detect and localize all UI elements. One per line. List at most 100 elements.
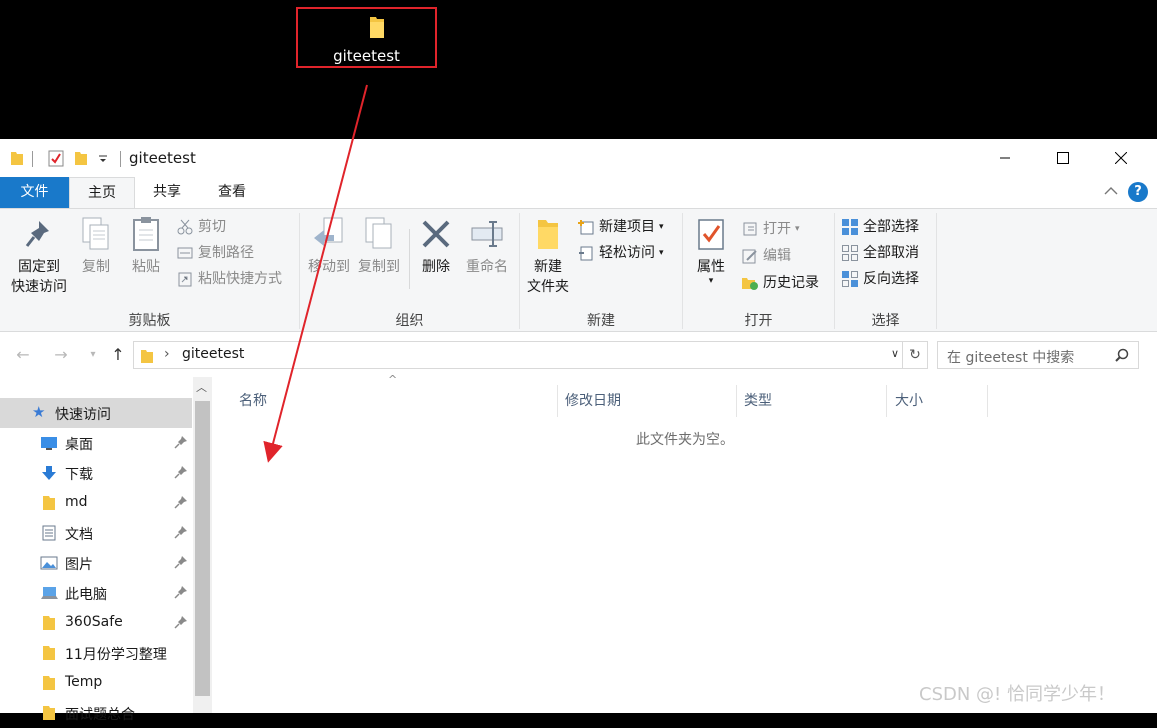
nav-item-downloads[interactable]: 下载 [0,458,192,488]
invert-selection-button[interactable]: 反向选择 [841,268,919,290]
tab-view[interactable]: 查看 [202,177,262,208]
copy-button[interactable]: 复制 [74,215,118,277]
paste-button[interactable]: 粘贴 [124,215,168,277]
pin-label-1: 固定到 [18,259,60,275]
column-divider[interactable] [987,385,988,417]
history-button[interactable]: 历史记录 [741,272,819,294]
dropdown-arrow-icon: ▾ [659,248,664,258]
copy-to-label: 复制到 [358,259,400,275]
desktop-folder-giteetest[interactable]: giteetest [296,7,437,68]
edit-button[interactable]: 编辑 [741,245,791,267]
select-none-label: 全部取消 [863,245,919,261]
new-item-button[interactable]: 新建项目 ▾ [577,216,664,238]
star-icon: ★ [32,403,46,421]
column-modified[interactable]: 修改日期 [565,385,735,417]
nav-item-pictures[interactable]: 图片 [0,548,192,578]
properties-check-icon [698,219,724,250]
properties-button[interactable]: 属性 ▾ [688,215,734,286]
tab-home[interactable]: 主页 [69,177,135,209]
nav-quick-access[interactable]: ★ 快速访问 [0,398,192,428]
organize-group-label: 组织 [395,313,424,329]
nav-item-desktop[interactable]: 桌面 [0,428,192,458]
pin-icon [25,221,49,247]
properties-icon[interactable] [48,150,64,167]
paste-shortcut-label: 粘贴快捷方式 [198,271,282,287]
nav-item-md[interactable]: md [0,488,192,518]
column-name[interactable]: 名称 [239,385,557,417]
up-arrow-icon: ↑ [111,344,125,364]
address-input[interactable]: › giteetest ∨ [133,341,903,369]
folder-icon [11,152,23,165]
column-type[interactable]: 类型 [744,385,884,417]
new-folder-icon[interactable] [74,150,88,166]
column-divider[interactable] [886,385,887,417]
divider [32,151,33,167]
refresh-button[interactable]: ↻ [903,341,928,369]
desktop-folder-label: giteetest [333,47,400,65]
column-size[interactable]: 大小 [895,385,985,417]
rename-button[interactable]: 重命名 [460,215,514,277]
pin-icon[interactable] [174,465,188,479]
select-all-label: 全部选择 [863,219,919,235]
search-input[interactable]: 在 giteetest 中搜索 [937,341,1139,369]
up-button[interactable]: ↑ [107,343,129,365]
nav-item-november-notes[interactable]: 11月份学习整理 [0,638,192,668]
copy-path-button[interactable]: 复制路径 [176,242,254,264]
nav-item-360safe[interactable]: 360Safe [0,608,192,638]
nav-item-label: 下载 [65,467,93,483]
tab-file[interactable]: 文件 [0,177,69,208]
pin-icon[interactable] [174,585,188,599]
breadcrumb-item[interactable]: giteetest [182,346,244,362]
select-all-button[interactable]: 全部选择 [841,216,919,238]
collapse-ribbon-icon[interactable] [1104,186,1118,196]
nav-item-label: 此电脑 [65,587,107,603]
close-button[interactable] [1092,139,1150,177]
dropdown-arrow-icon: ▾ [659,222,664,232]
select-none-button[interactable]: 全部取消 [841,242,919,264]
file-list[interactable]: ^ 名称 修改日期 类型 大小 此文件夹为空。 [213,373,1157,713]
cut-button[interactable]: 剪切 [176,216,226,238]
picture-icon [40,556,58,570]
maximize-button[interactable] [1034,139,1092,177]
nav-scrollbar-thumb[interactable] [195,401,210,696]
new-folder-button[interactable]: 新建 文件夹 [522,215,574,297]
folder-icon [370,17,384,38]
folder-icon [43,496,55,510]
nav-item-documents[interactable]: 文档 [0,518,192,548]
pin-icon[interactable] [174,555,188,569]
chevron-down-icon[interactable] [98,154,108,164]
window-title: giteetest [129,149,196,167]
forward-button[interactable]: → [50,343,72,365]
open-button[interactable]: 打开 ▾ [741,218,800,240]
move-to-button[interactable]: 移动到 [304,215,354,277]
paste-shortcut-button[interactable]: 粘贴快捷方式 [176,268,282,290]
folder-icon [43,676,55,690]
nav-item-temp[interactable]: Temp [0,668,192,698]
nav-item-this-pc[interactable]: 此电脑 [0,578,192,608]
pin-icon[interactable] [174,525,188,539]
minimize-button[interactable] [976,139,1034,177]
column-divider[interactable] [557,385,558,417]
address-dropdown-icon[interactable]: ∨ [891,347,899,360]
recent-locations-button[interactable]: ▾ [82,343,104,365]
tab-share[interactable]: 共享 [138,177,196,208]
copy-to-button[interactable]: 复制到 [354,215,404,277]
pin-icon[interactable] [174,615,188,629]
delete-label: 删除 [422,259,450,275]
pin-icon[interactable] [174,435,188,449]
scroll-up-icon[interactable]: ︿ [196,379,207,395]
back-button[interactable]: ← [12,343,34,365]
column-divider[interactable] [736,385,737,417]
pin-to-quick-access-button[interactable]: 固定到 快速访问 [6,215,72,297]
delete-button[interactable]: 删除 [414,215,458,277]
pin-icon[interactable] [174,495,188,509]
paste-label: 粘贴 [132,259,160,275]
empty-folder-message: 此文件夹为空。 [636,432,734,448]
help-icon[interactable]: ? [1128,182,1148,202]
move-to-icon [314,217,343,246]
nav-item-interview[interactable]: 面试题总合 [0,698,192,728]
open-icon [743,222,757,236]
refresh-icon: ↻ [909,347,921,363]
easy-access-button[interactable]: 轻松访问 ▾ [577,242,664,264]
copy-path-icon [177,247,193,259]
